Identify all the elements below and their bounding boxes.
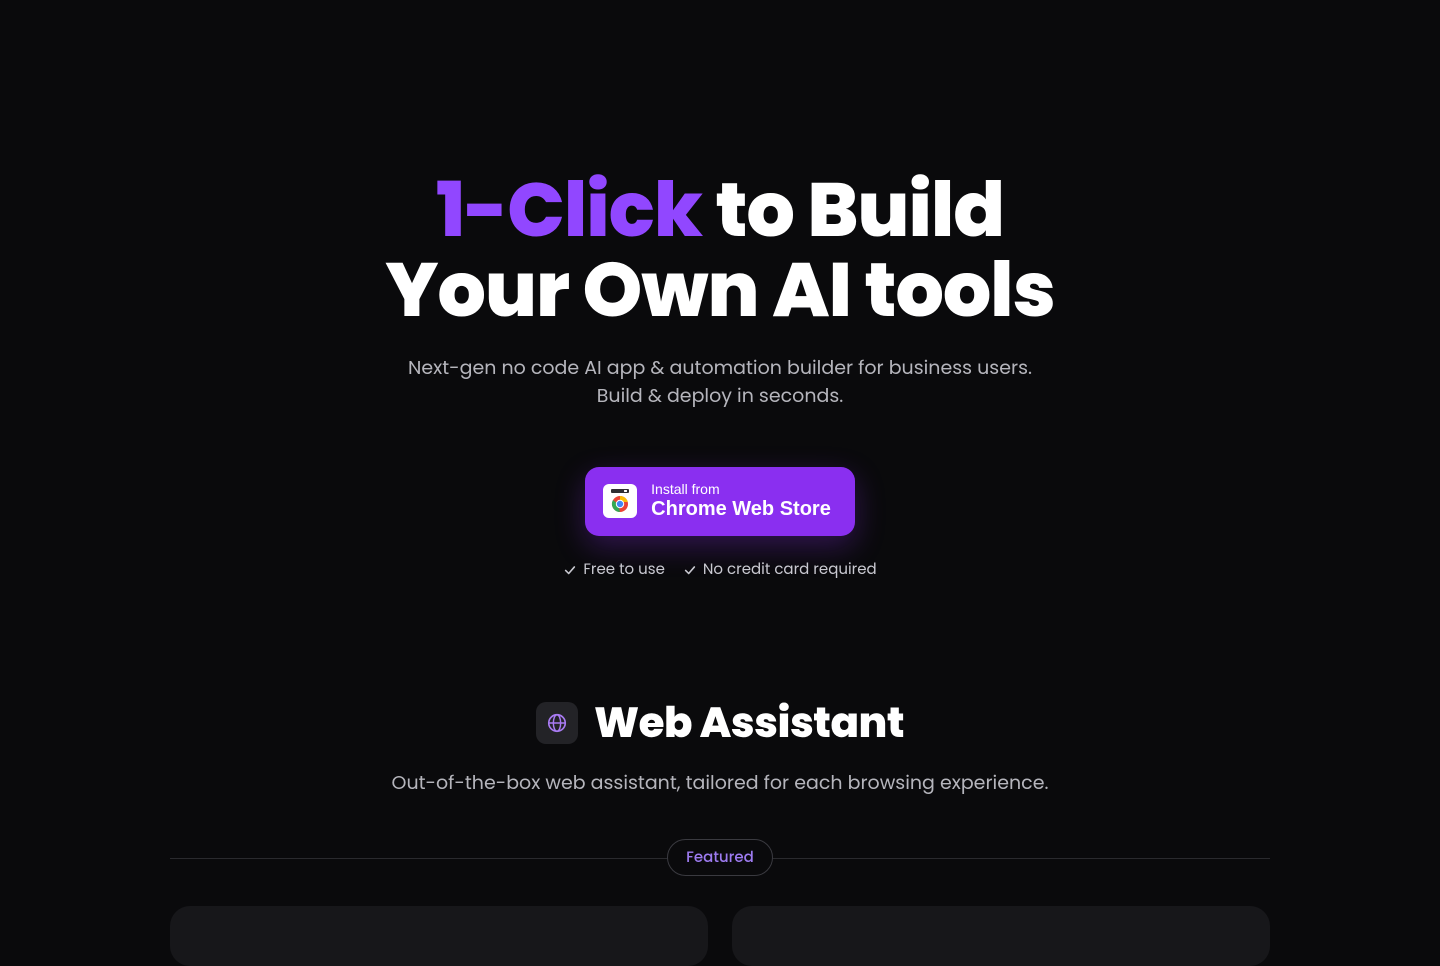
hero-title-line2: Your Own AI tools [385,236,1055,343]
section-subtitle: Out-of-the-box web assistant, tailored f… [392,768,1049,797]
check-icon [683,563,697,577]
feature-card[interactable] [732,906,1270,966]
install-chrome-button[interactable]: Install from Chrome Web Store [585,467,855,537]
benefit-item: No credit card required [683,558,877,581]
benefits-list: Free to use No credit card required [563,558,876,581]
chrome-webstore-icon [603,484,637,518]
section-title: Web Assistant [594,691,904,754]
hero-subtitle: Next-gen no code AI app & automation bui… [408,354,1032,411]
featured-pill: Featured [667,839,773,876]
install-button-big: Chrome Web Store [651,497,831,522]
benefit-item: Free to use [563,558,665,581]
section-header: Web Assistant [536,691,904,754]
hero-title: 1-Click to Build Your Own AI tools [385,170,1055,330]
install-button-small: Install from [651,481,719,498]
globe-icon [536,702,578,744]
check-icon [563,563,577,577]
benefit-label: No credit card required [703,558,877,581]
hero-subtitle-line2: Build & deploy in seconds. [597,382,843,409]
benefit-label: Free to use [583,558,665,581]
feature-card[interactable] [170,906,708,966]
hero-subtitle-line1: Next-gen no code AI app & automation bui… [408,354,1032,381]
